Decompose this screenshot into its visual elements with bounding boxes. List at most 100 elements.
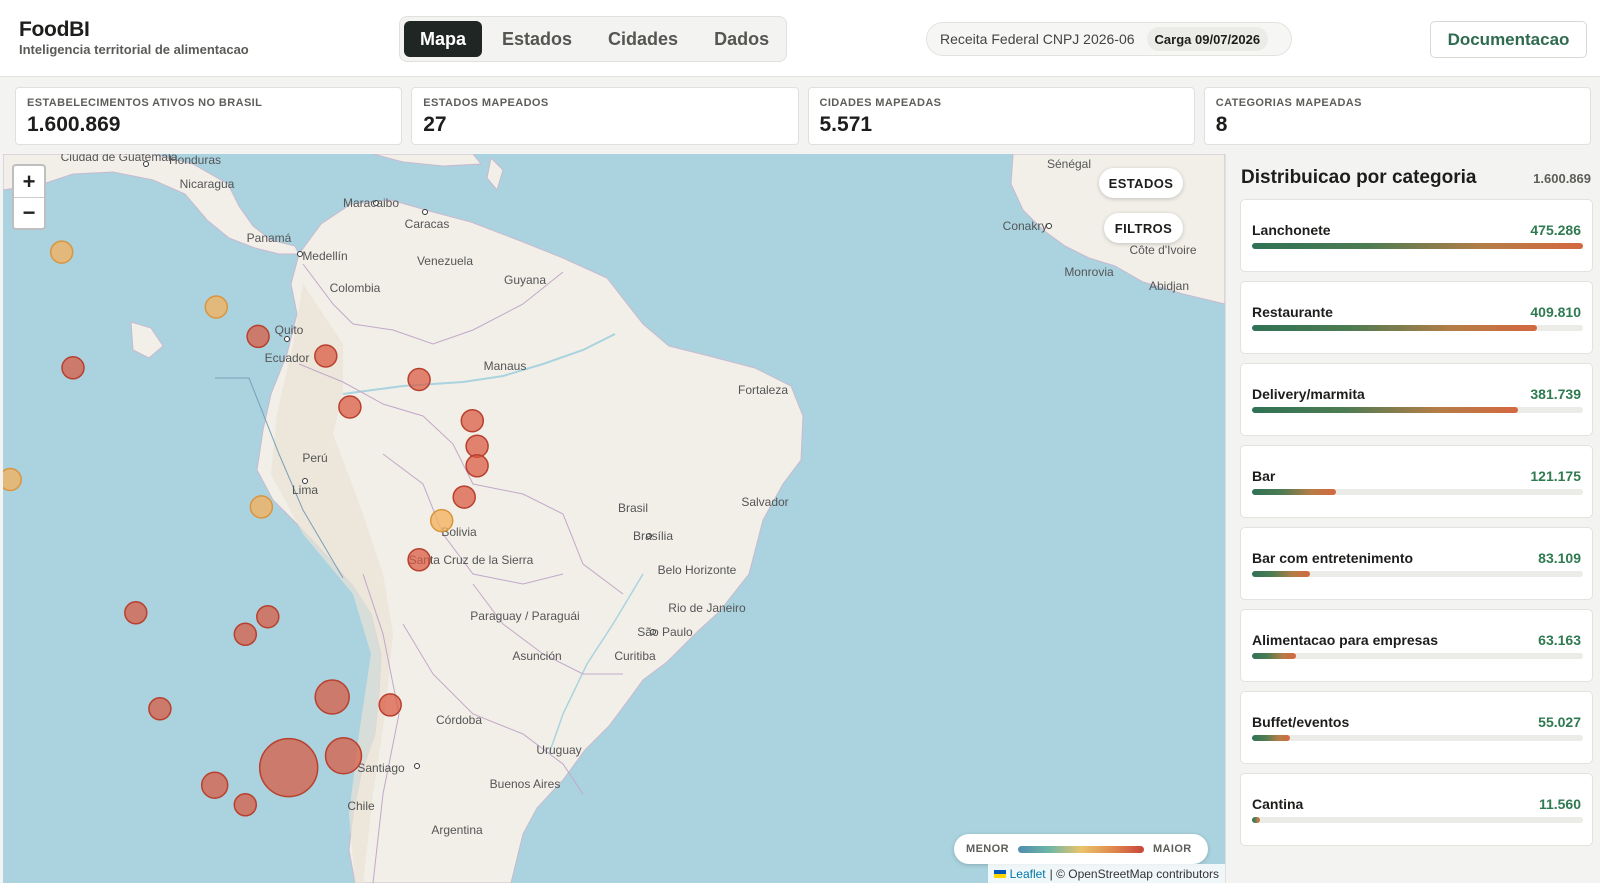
map-bubble[interactable]	[452, 485, 476, 509]
states-layer-button[interactable]: ESTADOS	[1099, 168, 1183, 198]
tab-dados[interactable]: Dados	[698, 21, 785, 57]
caribbean-island	[486, 156, 504, 192]
map-label: Abidjan	[1149, 279, 1189, 293]
map-bubble[interactable]	[465, 434, 489, 458]
category-card-buffet[interactable]: Buffet/eventos 55.027	[1240, 691, 1593, 764]
map-label: Ciudad de Guatemala	[61, 154, 178, 164]
map-label: Salvador	[741, 495, 788, 509]
category-card-restaurante[interactable]: Restaurante 409.810	[1240, 281, 1593, 354]
map-bubble[interactable]	[233, 793, 258, 817]
map-label: Uruguay	[536, 743, 581, 757]
ukraine-flag-icon	[993, 869, 1006, 878]
category-panel-title: Distribuicao por categoria	[1241, 167, 1477, 188]
map-bubble[interactable]	[200, 771, 229, 799]
map-label: Guyana	[504, 273, 546, 287]
category-panel-header: Distribuicao por categoria 1.600.869	[1241, 167, 1591, 189]
category-bar-fill	[1252, 571, 1310, 577]
map-bubble[interactable]	[249, 495, 274, 519]
map-label: Curitiba	[614, 649, 656, 663]
map-label: Panamá	[247, 231, 292, 245]
category-card-cantina[interactable]: Cantina 11.560	[1240, 773, 1593, 846]
map-bubble[interactable]	[258, 737, 319, 798]
map-bubble[interactable]	[407, 367, 431, 392]
map-bubble[interactable]	[324, 737, 363, 775]
category-bar-fill	[1252, 653, 1297, 659]
map-bubble[interactable]	[314, 679, 350, 715]
osm-attribution: | © OpenStreetMap contributors	[1049, 866, 1219, 881]
category-card-bar[interactable]: Bar 121.175	[1240, 445, 1593, 518]
kpi-card-states: ESTADOS MAPEADOS 27	[411, 87, 799, 145]
map-bubble[interactable]	[338, 395, 362, 419]
category-bar-fill	[1252, 243, 1583, 249]
map-bubble[interactable]	[124, 601, 148, 625]
map-label: Asunción	[512, 649, 561, 663]
kpi-label: ESTABELECIMENTOS ATIVOS NO BRASIL	[27, 97, 263, 109]
category-card-delivery[interactable]: Delivery/marmita 381.739	[1240, 363, 1593, 436]
category-name: Alimentacao para empresas	[1252, 632, 1438, 648]
map-label: Fortaleza	[738, 383, 788, 397]
zoom-out-button[interactable]: −	[14, 197, 44, 228]
documentation-button[interactable]: Documentacao	[1430, 21, 1587, 58]
category-card-bar-entretenimento[interactable]: Bar com entretenimento 83.109	[1240, 527, 1593, 600]
map-bubble[interactable]	[429, 508, 454, 533]
tab-mapa[interactable]: Mapa	[404, 21, 483, 57]
map-bubble[interactable]	[233, 622, 258, 647]
category-value: 63.163	[1538, 632, 1581, 648]
map-bubble[interactable]	[378, 693, 402, 717]
category-bar-track	[1252, 489, 1583, 495]
map-label: Brasil	[618, 501, 648, 515]
zoom-control: + −	[12, 164, 46, 230]
kpi-value: 5.571	[819, 113, 873, 136]
kpi-value: 1.600.869	[27, 113, 121, 136]
galapagos-island	[130, 321, 164, 359]
map-bubble[interactable]	[148, 697, 172, 721]
category-card-alimentacao-empresas[interactable]: Alimentacao para empresas 63.163	[1240, 609, 1593, 682]
color-legend: MENOR MAIOR	[954, 834, 1208, 864]
kpi-value: 8	[1215, 113, 1228, 136]
map-bubble[interactable]	[465, 454, 489, 478]
category-value: 121.175	[1530, 468, 1581, 484]
legend-gradient	[1017, 845, 1144, 853]
tab-cidades[interactable]: Cidades	[592, 21, 694, 57]
category-value: 83.109	[1538, 550, 1581, 566]
map-label: Lima	[292, 483, 318, 497]
category-name: Bar com entretenimento	[1252, 550, 1414, 566]
map-view[interactable]: Ciudad de Guatemala Honduras Nicaragua P…	[3, 154, 1225, 883]
map-bubble[interactable]	[3, 467, 22, 492]
map-bubble[interactable]	[204, 295, 229, 319]
map-label: Manaus	[484, 359, 527, 373]
category-bar-fill	[1252, 735, 1291, 741]
map-label: São Paulo	[637, 625, 693, 639]
map-label: Brasília	[633, 529, 673, 543]
category-bar-fill	[1252, 407, 1518, 413]
tab-estados[interactable]: Estados	[486, 21, 588, 57]
zoom-in-button[interactable]: +	[14, 166, 44, 197]
kpi-label: CATEGORIAS MAPEADAS	[1215, 97, 1362, 109]
map-canvas[interactable]: Ciudad de Guatemala Honduras Nicaragua P…	[3, 154, 1225, 883]
category-name: Lanchonete	[1252, 222, 1331, 238]
map-bubble[interactable]	[61, 356, 85, 380]
category-card-lanchonete[interactable]: Lanchonete 475.286	[1240, 199, 1593, 272]
map-bubble[interactable]	[256, 604, 280, 629]
map-label: Monrovia	[1064, 265, 1114, 279]
map-label: Colombia	[330, 281, 381, 295]
category-value: 55.027	[1538, 714, 1581, 730]
map-bubble[interactable]	[407, 548, 431, 572]
category-name: Cantina	[1252, 796, 1304, 812]
map-bubble[interactable]	[246, 324, 270, 349]
brand[interactable]: FoodBI Inteligencia territorial de alime…	[19, 18, 249, 58]
category-name: Buffet/eventos	[1252, 714, 1350, 730]
map-bubble[interactable]	[314, 344, 338, 368]
filters-button[interactable]: FILTROS	[1104, 213, 1183, 243]
map-label: Ecuador	[265, 351, 310, 365]
brand-subtitle: Inteligencia territorial de alimentacao	[19, 42, 249, 57]
map-bubble[interactable]	[49, 240, 74, 264]
category-bar-track	[1252, 571, 1583, 577]
category-bar-fill	[1252, 325, 1538, 331]
map-label: Côte d'Ivoire	[1130, 243, 1197, 257]
leaflet-link[interactable]: Leaflet	[1010, 867, 1046, 881]
category-bar-track	[1252, 735, 1583, 741]
category-name: Restaurante	[1252, 304, 1333, 320]
map-bubble[interactable]	[460, 408, 485, 433]
category-value: 11.560	[1538, 796, 1581, 812]
